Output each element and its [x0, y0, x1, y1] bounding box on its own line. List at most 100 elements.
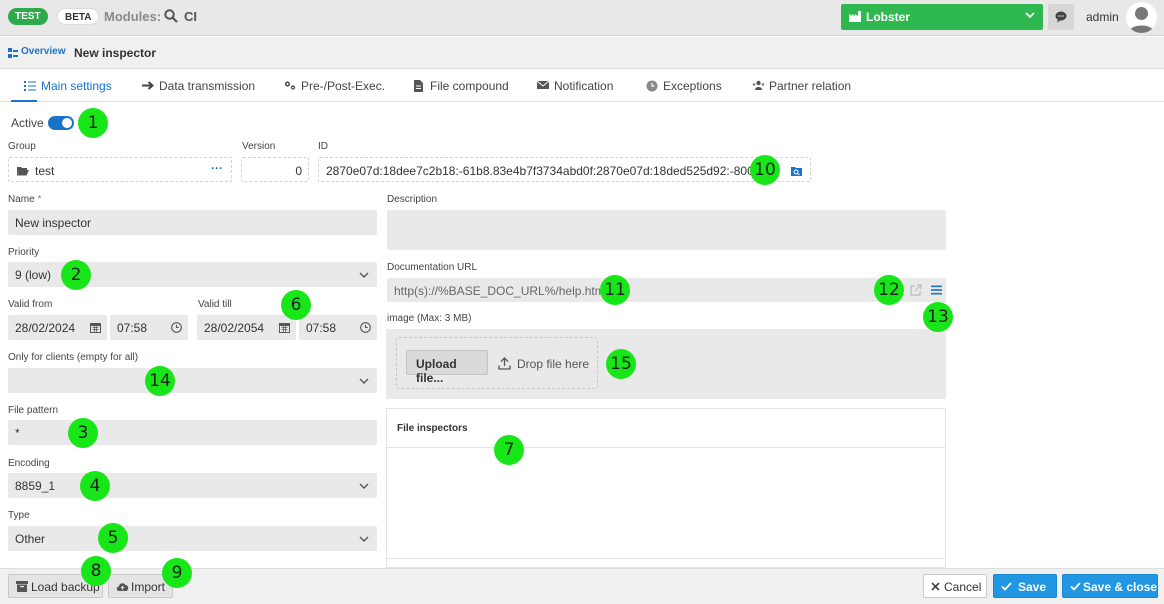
- modules-label: Modules:: [104, 9, 162, 24]
- image-upload-area[interactable]: Upload file... Drop file here: [386, 329, 946, 399]
- arrow-right-icon: [142, 81, 155, 90]
- save-close-label: Save & close: [1083, 580, 1158, 594]
- file-inspectors-footer: [387, 558, 945, 568]
- tab-label: File compound: [430, 79, 509, 93]
- tab-label: Exceptions: [663, 79, 722, 93]
- beta-badge[interactable]: BETA: [57, 8, 100, 25]
- id-label: ID: [318, 141, 328, 152]
- encoding-select[interactable]: 8859_1: [8, 473, 377, 498]
- tab-label: Partner relation: [769, 79, 852, 93]
- search-gear-icon: [164, 9, 178, 23]
- list-icon: [24, 81, 36, 91]
- clock-icon[interactable]: [360, 322, 371, 333]
- type-value: Other: [15, 532, 46, 546]
- file-inspectors-header: File inspectors: [387, 409, 945, 448]
- clients-select[interactable]: [8, 368, 377, 393]
- name-input[interactable]: New inspector: [8, 210, 377, 235]
- clients-label: Only for clients (empty for all): [8, 352, 139, 363]
- valid-till-date-input[interactable]: 28/02/2054: [197, 315, 296, 340]
- overview-icon: [8, 48, 18, 58]
- marker-2: 2: [61, 260, 91, 290]
- marker-11: 11: [600, 275, 630, 305]
- version-value: 0: [295, 164, 302, 178]
- valid-till-label: Valid till: [198, 299, 232, 310]
- file-pattern-label: File pattern: [8, 405, 59, 416]
- name-label: Name *: [8, 194, 41, 205]
- drop-file-text: Drop file here: [517, 357, 590, 371]
- doc-url-input[interactable]: http(s)://%BASE_DOC_URL%/help.html: [387, 278, 946, 302]
- close-icon: [931, 582, 940, 591]
- instance-select[interactable]: Lobster: [841, 4, 1043, 30]
- marker-8: 8: [81, 556, 111, 586]
- cloud-upload-icon: [116, 583, 129, 591]
- archive-icon: [16, 581, 28, 592]
- cancel-label: Cancel: [944, 580, 982, 594]
- type-label: Type: [8, 510, 30, 521]
- calendar-icon[interactable]: [279, 322, 290, 333]
- folder-search-icon[interactable]: [791, 166, 802, 176]
- marker-9: 9: [162, 558, 192, 588]
- doc-url-value: http(s)://%BASE_DOC_URL%/help.html: [394, 284, 608, 298]
- upload-dropzone[interactable]: Upload file... Drop file here: [396, 337, 598, 389]
- valid-from-date-input[interactable]: 28/02/2024: [8, 315, 107, 340]
- upload-file-label: Upload file...: [416, 357, 457, 385]
- image-label: image (Max: 3 MB): [387, 313, 472, 324]
- clock-icon[interactable]: [171, 322, 182, 333]
- valid-from-time-input[interactable]: 07:58: [110, 315, 188, 340]
- type-select[interactable]: Other: [8, 526, 377, 551]
- marker-14: 14: [145, 366, 175, 396]
- valid-from-time: 07:58: [117, 321, 148, 335]
- valid-from-date: 28/02/2024: [15, 321, 76, 335]
- instance-name: Lobster: [866, 10, 911, 24]
- test-badge: TEST: [8, 8, 48, 25]
- required-marker: *: [37, 194, 42, 205]
- chat-button[interactable]: [1048, 4, 1074, 30]
- save-button[interactable]: Save: [993, 574, 1057, 598]
- cancel-button[interactable]: Cancel: [923, 574, 987, 598]
- upload-file-button[interactable]: Upload file...: [406, 350, 488, 385]
- calendar-icon[interactable]: [90, 322, 101, 333]
- chat-icon: [1055, 11, 1067, 23]
- group-value: test: [35, 164, 55, 178]
- import-label: Import: [131, 580, 166, 594]
- external-link-icon[interactable]: [910, 284, 922, 296]
- valid-till-time: 07:58: [306, 321, 337, 335]
- valid-till-time-input[interactable]: 07:58: [299, 315, 377, 340]
- file-icon: [414, 80, 423, 92]
- top-bar: TEST BETA Modules: CI Lobster admin: [0, 0, 1164, 36]
- tab-bar: Main settings Data transmission Pre-/Pos…: [0, 70, 1164, 102]
- marker-4: 4: [80, 471, 110, 501]
- folder-open-icon: [17, 167, 29, 176]
- chevron-down-icon: [359, 536, 369, 542]
- breadcrumb-overview-link[interactable]: Overview: [21, 46, 65, 57]
- group-field[interactable]: test ···: [8, 157, 232, 182]
- chevron-down-icon: [359, 272, 369, 278]
- active-toggle[interactable]: [48, 116, 74, 130]
- encoding-label: Encoding: [8, 458, 50, 469]
- description-label: Description: [387, 194, 438, 205]
- version-label: Version: [242, 141, 276, 152]
- save-close-button[interactable]: Save & close: [1062, 574, 1158, 598]
- valid-from-label: Valid from: [8, 299, 53, 310]
- name-label-text: Name: [8, 194, 35, 205]
- module-name[interactable]: CI: [184, 9, 197, 24]
- marker-5: 5: [98, 523, 128, 553]
- marker-12: 12: [874, 275, 904, 305]
- clock-icon: [646, 80, 658, 92]
- description-textarea[interactable]: [387, 210, 946, 250]
- tab-label: Notification: [554, 79, 614, 93]
- chevron-down-icon: [359, 378, 369, 384]
- marker-3: 3: [68, 418, 98, 448]
- avatar[interactable]: [1126, 2, 1157, 33]
- gears-icon: [284, 81, 296, 90]
- user-name[interactable]: admin: [1086, 10, 1119, 24]
- marker-7: 7: [494, 435, 524, 465]
- priority-label: Priority: [8, 247, 40, 258]
- menu-icon[interactable]: [931, 285, 942, 295]
- file-pattern-input[interactable]: *: [8, 420, 377, 445]
- encoding-value: 8859_1: [15, 479, 56, 493]
- more-icon[interactable]: ···: [211, 161, 223, 175]
- envelope-icon: [537, 80, 550, 89]
- tab-label: Data transmission: [159, 79, 256, 93]
- priority-value: 9 (low): [15, 268, 52, 282]
